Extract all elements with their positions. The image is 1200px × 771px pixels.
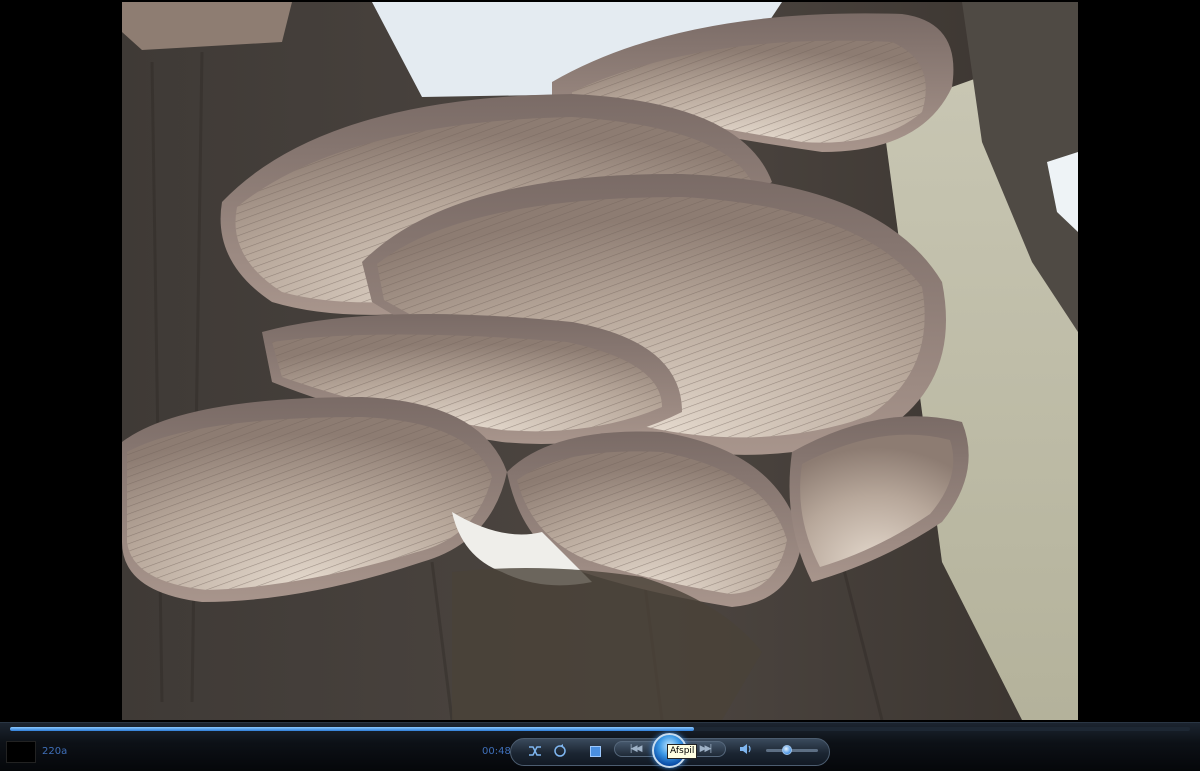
video-thumbnail[interactable] [6,741,36,763]
video-frame[interactable] [122,2,1078,720]
shuffle-icon[interactable] [527,743,543,759]
volume-slider[interactable] [766,749,818,752]
repeat-icon[interactable] [552,743,568,759]
stop-icon[interactable] [589,745,601,757]
previous-icon[interactable]: |◀◀ [614,741,656,757]
seek-bar[interactable] [10,727,1190,731]
seek-bar-progress [10,727,695,731]
video-display-area[interactable] [0,0,1200,722]
video-content-image [122,2,1078,720]
play-tooltip: Afspil [667,744,698,759]
volume-icon[interactable] [739,742,753,756]
volume-slider-knob[interactable] [781,745,792,755]
elapsed-time: 00:48 [482,746,511,757]
status-text: 220a [42,746,68,757]
